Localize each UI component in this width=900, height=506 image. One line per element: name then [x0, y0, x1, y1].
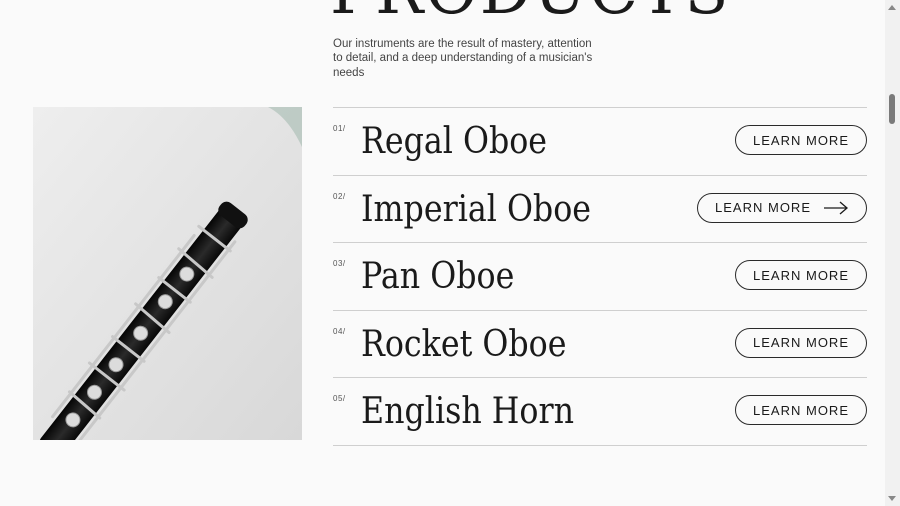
product-row: 03/ Pan Oboe LEARN MORE [333, 242, 867, 310]
learn-more-label: LEARN MORE [753, 335, 849, 350]
scroll-up-icon[interactable] [888, 5, 896, 10]
learn-more-button[interactable]: LEARN MORE [735, 327, 867, 358]
product-row: 05/ English Horn LEARN MORE [333, 377, 867, 446]
product-row: 01/ Regal Oboe LEARN MORE [333, 107, 867, 175]
oboe-photo [33, 107, 302, 440]
oboe-illustration [33, 107, 302, 440]
learn-more-button[interactable]: LEARN MORE [735, 260, 867, 290]
product-number: 05/ [333, 394, 346, 403]
scrollbar-thumb[interactable] [889, 94, 895, 124]
product-row: 02/ Imperial Oboe LEARN MORE [333, 174, 867, 243]
learn-more-button[interactable]: LEARN MORE [735, 395, 867, 425]
product-number: 04/ [333, 326, 346, 336]
product-name[interactable]: Rocket Oboe [361, 323, 566, 367]
scroll-down-icon[interactable] [888, 496, 896, 501]
product-number: 03/ [333, 259, 346, 268]
learn-more-button[interactable]: LEARN MORE [697, 192, 867, 223]
product-number: 02/ [333, 191, 346, 201]
page-heading: PRODUCTS [330, 0, 730, 24]
learn-more-label: LEARN MORE [753, 132, 849, 148]
intro-text: Our instruments are the result of master… [333, 38, 593, 79]
arrow-right-icon [824, 201, 848, 214]
product-name[interactable]: Pan Oboe [361, 255, 514, 299]
product-list: 01/ Regal Oboe LEARN MORE 02/ Imperial O… [333, 107, 867, 446]
product-name[interactable]: Regal Oboe [361, 120, 547, 164]
learn-more-label: LEARN MORE [753, 267, 849, 283]
product-number: 01/ [333, 124, 346, 133]
product-row: 04/ Rocket Oboe LEARN MORE [333, 309, 867, 378]
product-name[interactable]: Imperial Oboe [361, 188, 591, 232]
product-name[interactable]: English Horn [361, 390, 574, 434]
vertical-scrollbar[interactable] [885, 0, 900, 506]
learn-more-label: LEARN MORE [753, 402, 849, 418]
learn-more-label: LEARN MORE [715, 200, 811, 215]
learn-more-button[interactable]: LEARN MORE [735, 125, 867, 155]
